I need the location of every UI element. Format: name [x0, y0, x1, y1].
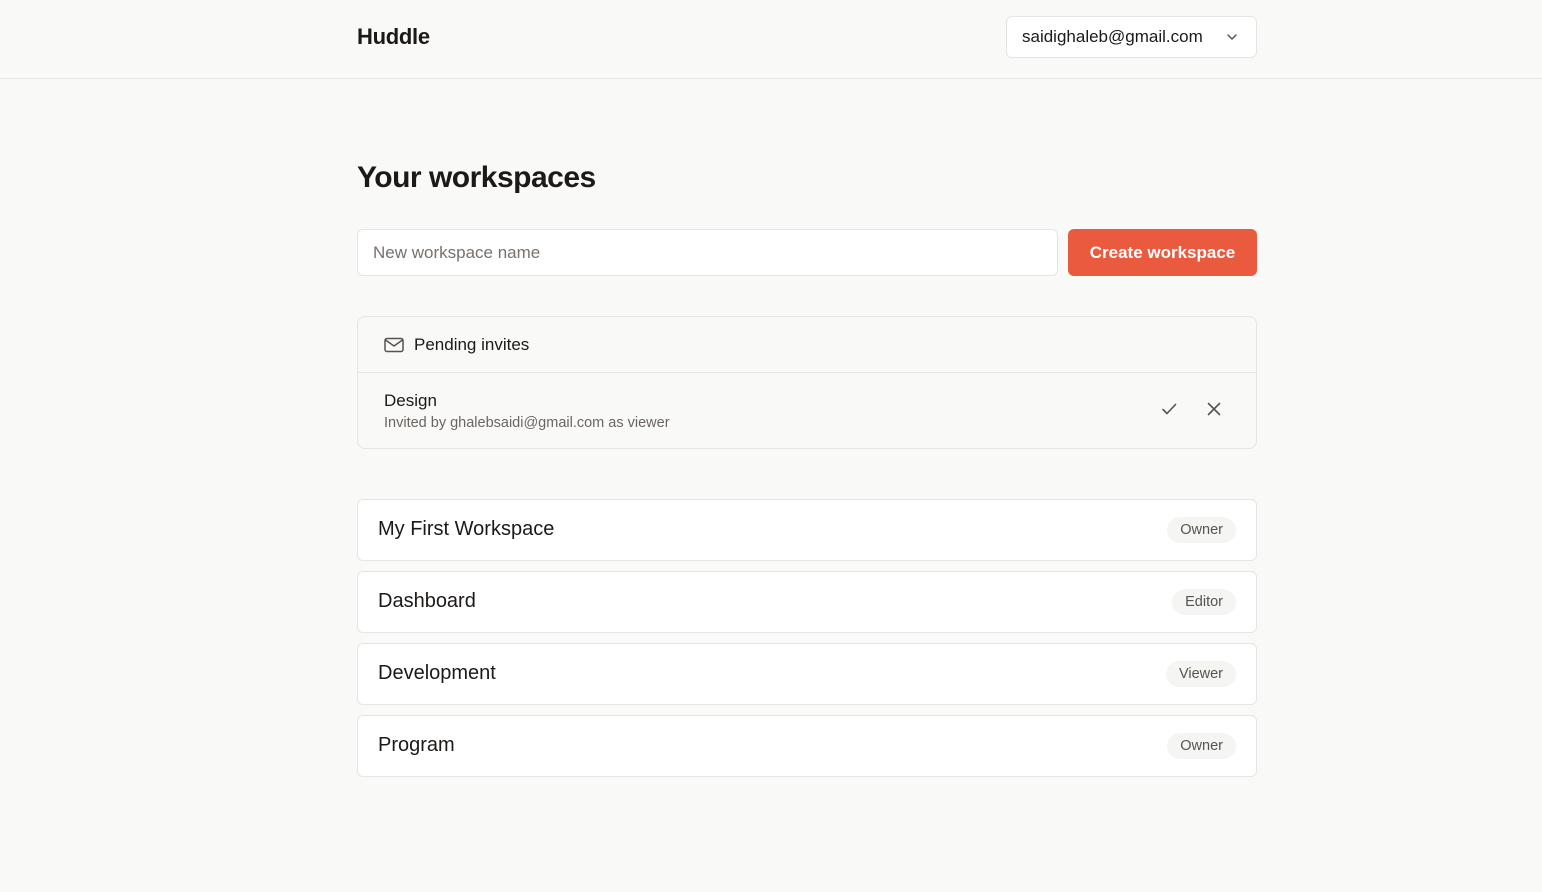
decline-invite-button[interactable] [1204, 399, 1224, 419]
role-badge: Editor [1172, 589, 1236, 615]
workspace-name: Program [378, 734, 455, 756]
brand-logo[interactable]: Huddle [357, 24, 430, 50]
pending-invites-header: Pending invites [358, 317, 1256, 373]
accept-invite-button[interactable] [1159, 399, 1179, 419]
workspace-card[interactable]: My First Workspace Owner [357, 499, 1257, 561]
account-menu-button[interactable]: saidighaleb@gmail.com [1006, 16, 1257, 58]
workspace-name: Dashboard [378, 590, 476, 612]
invite-workspace-name: Design [384, 391, 437, 410]
mail-icon [384, 337, 404, 352]
workspace-list: My First Workspace Owner Dashboard Edito… [357, 499, 1257, 787]
invite-row: Design Invited by ghalebsaidi@gmail.com … [358, 373, 1256, 448]
role-badge: Owner [1167, 733, 1236, 759]
pending-invites-panel: Pending invites Design Invited by ghaleb… [357, 316, 1257, 449]
close-icon [1207, 402, 1221, 416]
top-bar: Huddle saidighaleb@gmail.com [0, 0, 1542, 79]
chevron-down-icon [1227, 34, 1237, 40]
role-badge: Owner [1167, 517, 1236, 543]
check-icon [1162, 403, 1177, 415]
workspace-card[interactable]: Dashboard Editor [357, 571, 1257, 633]
account-email: saidighaleb@gmail.com [1022, 27, 1203, 46]
workspace-name: Development [378, 662, 496, 684]
invite-meta: Invited by ghalebsaidi@gmail.com as view… [384, 415, 670, 431]
workspace-name: My First Workspace [378, 518, 555, 540]
page-title: Your workspaces [357, 161, 596, 194]
workspace-card[interactable]: Program Owner [357, 715, 1257, 777]
create-workspace-button[interactable]: Create workspace [1068, 229, 1257, 276]
create-workspace-form: Create workspace [357, 229, 1257, 276]
workspace-name-input[interactable] [357, 229, 1058, 276]
role-badge: Viewer [1165, 661, 1236, 687]
pending-invites-heading: Pending invites [414, 334, 530, 354]
workspace-card[interactable]: Development Viewer [357, 643, 1257, 705]
